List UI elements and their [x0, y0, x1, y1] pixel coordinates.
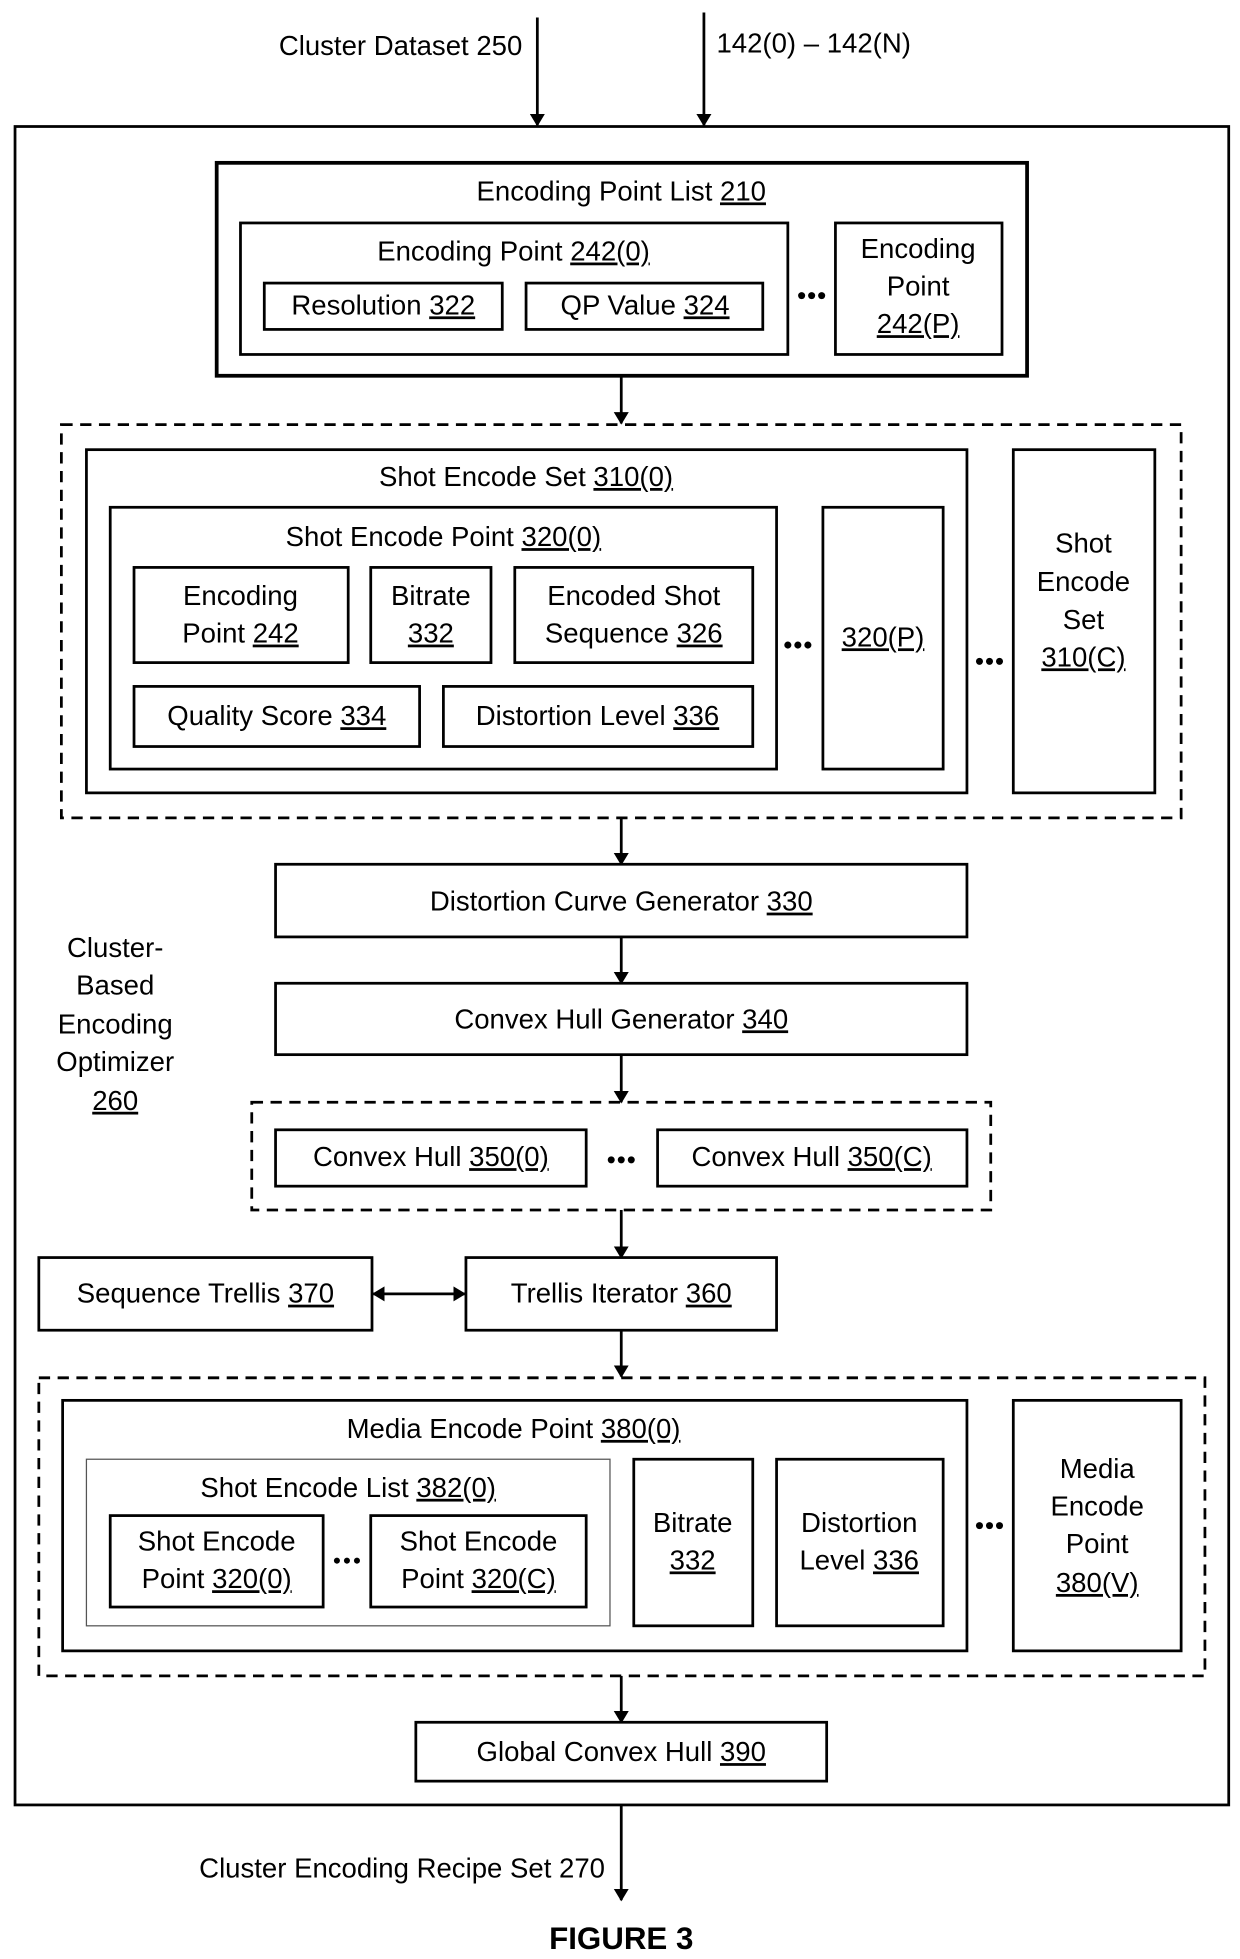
svg-text:Encoding Point List 210: Encoding Point List 210	[477, 175, 766, 206]
encoding-point-0: Encoding Point 242(0) Resolution 322 QP …	[239, 221, 790, 356]
distortion-level-field: Distortion Level 336	[442, 685, 755, 748]
svg-text:Point: Point	[887, 271, 950, 302]
svg-text:Resolution 322: Resolution 322	[291, 289, 475, 320]
svg-text:Distortion Level 336: Distortion Level 336	[476, 700, 719, 731]
quality-score-field: Quality Score 334	[132, 685, 421, 748]
svg-text:Point 320(C): Point 320(C)	[401, 1563, 556, 1594]
svg-text:Bitrate: Bitrate	[391, 580, 471, 611]
shot-encode-point-0-ref: Shot Encode Point 320(0)	[108, 1514, 325, 1609]
encoding-point-field: Encoding Point 242	[132, 566, 350, 664]
svg-text:Sequence 326: Sequence 326	[545, 618, 723, 649]
svg-text:320(P): 320(P)	[842, 621, 925, 652]
svg-text:Shot Encode Point 320(0): Shot Encode Point 320(0)	[286, 521, 601, 552]
svg-text:Trellis Iterator 360: Trellis Iterator 360	[511, 1278, 732, 1309]
global-convex-hull: Global Convex Hull 390	[414, 1720, 829, 1783]
svg-text:Point 242: Point 242	[182, 618, 298, 649]
svg-text:Media Encode Point 380(0): Media Encode Point 380(0)	[347, 1413, 681, 1444]
svg-text:242(P): 242(P)	[877, 308, 960, 339]
shot-encode-point-p: 320(P)	[821, 505, 945, 771]
svg-text:Cluster-: Cluster-	[67, 932, 163, 963]
svg-text:Distortion Curve Generator 330: Distortion Curve Generator 330	[430, 886, 813, 917]
bitrate-field: Bitrate 332	[632, 1457, 755, 1628]
svg-text:Encoding Point 242(0): Encoding Point 242(0)	[377, 236, 650, 267]
trellis-iterator: Trellis Iterator 360	[464, 1256, 778, 1332]
svg-text:Encoding: Encoding	[58, 1008, 173, 1039]
encoding-optimizer-diagram: Cluster Dataset 250 142(0) – 142(N) Clus…	[13, 12, 1231, 1956]
svg-text:Encode: Encode	[1037, 566, 1130, 597]
distortion-level-field: Distortion Level 336	[775, 1457, 945, 1628]
qp-value-field: QP Value 324	[524, 281, 765, 331]
svg-text:380(V): 380(V)	[1056, 1567, 1139, 1598]
svg-text:Optimizer: Optimizer	[56, 1046, 174, 1077]
shot-encode-point-0: Shot Encode Point 320(0) Encoding Point …	[108, 505, 778, 771]
svg-text:Bitrate: Bitrate	[653, 1507, 733, 1538]
svg-text:Point 320(0): Point 320(0)	[142, 1563, 292, 1594]
bitrate-field: Bitrate 332	[369, 566, 493, 664]
media-encode-point-0: Media Encode Point 380(0) Shot Encode Li…	[61, 1398, 969, 1653]
svg-text:310(C): 310(C)	[1041, 641, 1125, 672]
svg-text:Shot: Shot	[1055, 527, 1112, 558]
ellipsis-icon	[975, 1522, 1004, 1530]
svg-text:Shot Encode: Shot Encode	[400, 1526, 558, 1557]
svg-text:Media: Media	[1060, 1453, 1136, 1484]
ellipsis-icon	[607, 1156, 635, 1164]
svg-text:Encode: Encode	[1050, 1491, 1143, 1522]
shot-encode-point-c-ref: Shot Encode Point 320(C)	[369, 1514, 588, 1609]
shot-encode-set-c: Shot Encode Set 310(C)	[1011, 448, 1157, 795]
shots-label: 142(0) – 142(N)	[716, 28, 910, 59]
svg-text:Quality Score 334: Quality Score 334	[167, 700, 386, 731]
svg-text:Distortion: Distortion	[801, 1507, 917, 1538]
sequence-trellis: Sequence Trellis 370	[37, 1256, 374, 1332]
ellipsis-icon	[784, 641, 812, 649]
ellipsis-icon	[333, 1557, 360, 1564]
encoded-shot-sequence-field: Encoded Shot Sequence 326	[513, 566, 755, 664]
cluster-dataset-label: Cluster Dataset 250	[279, 30, 522, 61]
svg-text:Set: Set	[1063, 604, 1105, 635]
resolution-field: Resolution 322	[262, 281, 504, 331]
svg-text:332: 332	[408, 618, 454, 649]
svg-text:Convex Hull Generator 340: Convex Hull Generator 340	[454, 1003, 788, 1034]
ellipsis-icon	[798, 292, 826, 300]
svg-text:260: 260	[92, 1085, 138, 1116]
convex-hull-generator: Convex Hull Generator 340	[274, 981, 969, 1057]
ellipsis-icon	[975, 657, 1004, 665]
svg-text:Sequence Trellis 370: Sequence Trellis 370	[77, 1278, 334, 1309]
media-encode-point-v: Media Encode Point 380(V)	[1011, 1398, 1183, 1653]
svg-text:Point: Point	[1066, 1528, 1129, 1559]
encoding-point-p: Encoding Point 242(P)	[834, 221, 1004, 356]
svg-text:Shot Encode: Shot Encode	[138, 1526, 296, 1557]
svg-text:Convex Hull 350(0): Convex Hull 350(0)	[313, 1141, 549, 1172]
svg-text:Encoding: Encoding	[183, 580, 298, 611]
convex-hull-c: Convex Hull 350(C)	[656, 1128, 969, 1188]
svg-text:Encoding: Encoding	[861, 233, 976, 264]
svg-text:Global Convex Hull 390: Global Convex Hull 390	[477, 1736, 766, 1767]
svg-text:Encoded Shot: Encoded Shot	[547, 580, 720, 611]
encoding-point-list: Encoding Point List 210 Encoding Point 2…	[214, 160, 1029, 378]
svg-text:Based: Based	[76, 970, 154, 1001]
convex-hull-0: Convex Hull 350(0)	[274, 1128, 588, 1188]
svg-text:QP Value 324: QP Value 324	[561, 289, 730, 320]
svg-text:Convex Hull 350(C): Convex Hull 350(C)	[691, 1141, 931, 1172]
svg-text:332: 332	[670, 1544, 716, 1575]
distortion-curve-generator: Distortion Curve Generator 330	[274, 862, 969, 939]
shot-encode-set-0: Shot Encode Set 310(0) Shot Encode Point…	[85, 448, 969, 795]
figure-label: FIGURE 3	[549, 1921, 693, 1956]
svg-text:Shot Encode Set 310(0): Shot Encode Set 310(0)	[379, 461, 673, 492]
svg-text:Level 336: Level 336	[799, 1544, 918, 1575]
shot-encode-list: Shot Encode List 382(0) Shot Encode Poin…	[85, 1458, 611, 1627]
cluster-encoding-recipe-set-label: Cluster Encoding Recipe Set 270	[199, 1853, 605, 1884]
svg-text:Shot Encode List 382(0): Shot Encode List 382(0)	[200, 1472, 496, 1503]
